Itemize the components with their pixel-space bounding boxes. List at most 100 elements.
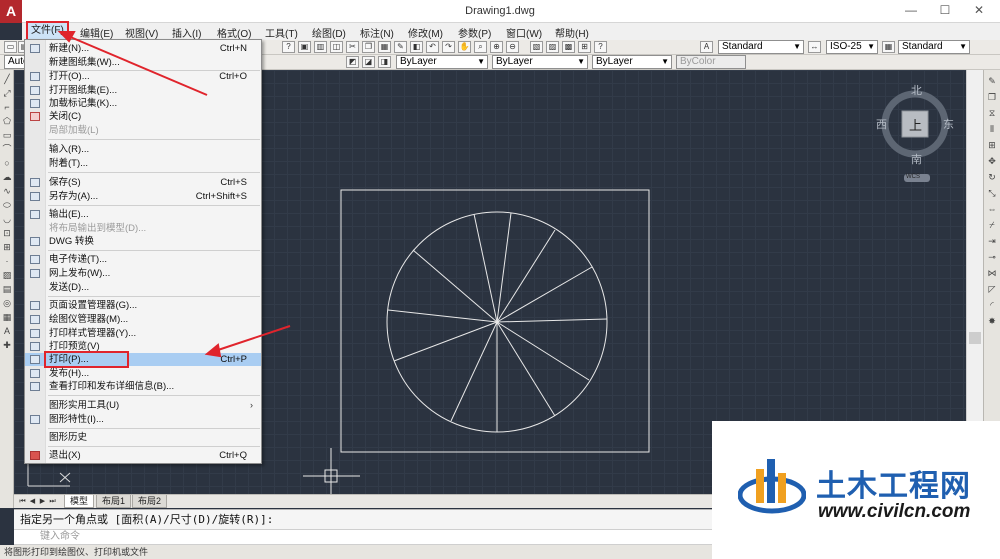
- menu-item-plot-preview[interactable]: 打印预览(V): [25, 340, 261, 353]
- toolbar-help-icon[interactable]: ?: [594, 41, 607, 53]
- menu-item-new[interactable]: 新建(N)... Ctrl+N: [25, 42, 261, 55]
- table-style-select[interactable]: Standard ▼: [898, 40, 970, 54]
- zoom-realtime-icon[interactable]: ⌕: [474, 41, 487, 53]
- zoom-window-icon[interactable]: ⊕: [490, 41, 503, 53]
- menu-item-open[interactable]: 打开(O)... Ctrl+O: [25, 70, 261, 83]
- viewcube-south-label[interactable]: 南: [911, 151, 922, 167]
- menu-file[interactable]: 文件(F): [26, 21, 69, 42]
- table-icon[interactable]: ▦: [2, 312, 12, 322]
- layer-previous-icon[interactable]: ◪: [362, 56, 375, 68]
- help-icon[interactable]: ?: [282, 41, 295, 53]
- explode-icon[interactable]: ✸: [987, 316, 997, 326]
- menu-item-exit[interactable]: 退出(X) Ctrl+Q: [25, 449, 261, 462]
- last-tab-icon[interactable]: ⏭: [48, 496, 57, 507]
- close-icon[interactable]: ✕: [964, 3, 994, 17]
- menu-item-export[interactable]: 输出(E)...: [25, 208, 261, 221]
- mtext-icon[interactable]: A: [2, 326, 12, 336]
- menu-item-close[interactable]: 关闭(C): [25, 110, 261, 123]
- region-icon[interactable]: ◎: [2, 298, 12, 308]
- spline-icon[interactable]: ∿: [2, 186, 12, 196]
- viewcube[interactable]: [881, 90, 949, 182]
- menu-window[interactable]: 窗口(W): [506, 25, 542, 40]
- point-icon[interactable]: ·: [2, 256, 12, 266]
- undo-icon[interactable]: ↶: [426, 41, 439, 53]
- menu-item-etransmit[interactable]: 电子传递(T)...: [25, 253, 261, 266]
- menu-modify[interactable]: 修改(M): [408, 25, 443, 40]
- gradient-icon[interactable]: ▤: [2, 284, 12, 294]
- scrollbar-thumb[interactable]: [969, 332, 981, 344]
- menu-item-page-setup[interactable]: 页面设置管理器(G)...: [25, 299, 261, 312]
- array-icon[interactable]: ⊞: [987, 140, 997, 150]
- color-select[interactable]: ByLayer ▼: [396, 55, 488, 69]
- redo-icon[interactable]: ↷: [442, 41, 455, 53]
- tool-palettes-icon[interactable]: ▩: [562, 41, 575, 53]
- menu-item-drawing-properties[interactable]: 图形特性(I)...: [25, 413, 261, 426]
- ellipse-icon[interactable]: ⬭: [2, 200, 12, 210]
- join-icon[interactable]: ⋈: [987, 268, 997, 278]
- layer-iso-icon[interactable]: ◨: [378, 56, 391, 68]
- match-prop-icon[interactable]: ✎: [394, 41, 407, 53]
- mirror-icon[interactable]: ⧖: [987, 108, 997, 118]
- ellipse-arc-icon[interactable]: ◡: [2, 214, 12, 224]
- paste-icon[interactable]: ▦: [378, 41, 391, 53]
- construction-line-icon[interactable]: ⤢: [2, 88, 12, 98]
- cut-icon[interactable]: ✂: [346, 41, 359, 53]
- menu-item-import[interactable]: 输入(R)...: [25, 143, 261, 156]
- revcloud-icon[interactable]: ☁: [2, 172, 12, 182]
- menu-item-save-as[interactable]: 另存为(A)... Ctrl+Shift+S: [25, 190, 261, 203]
- polyline-icon[interactable]: ⌐: [2, 102, 12, 112]
- menu-item-load-markup[interactable]: 加载标记集(K)...: [25, 97, 261, 110]
- menu-item-send[interactable]: 发送(D)...: [25, 281, 261, 294]
- minimize-icon[interactable]: —: [896, 3, 926, 17]
- tab-layout2[interactable]: 布局2: [132, 495, 168, 508]
- first-tab-icon[interactable]: ⏮: [18, 496, 27, 507]
- menu-item-web-publish[interactable]: 网上发布(W)...: [25, 267, 261, 280]
- menu-item-publish[interactable]: 发布(H)...: [25, 367, 261, 380]
- fillet-icon[interactable]: ◜: [987, 300, 997, 310]
- calculator-icon[interactable]: ⊞: [578, 41, 591, 53]
- prev-tab-icon[interactable]: ◀: [28, 496, 37, 507]
- maximize-icon[interactable]: ☐: [930, 3, 960, 17]
- menu-item-dwg-convert[interactable]: DWG 转换: [25, 235, 261, 248]
- menu-item-new-sheetset[interactable]: 新建图纸集(W)...: [25, 56, 261, 69]
- move-icon[interactable]: ✥: [987, 156, 997, 166]
- linetype-select[interactable]: ByLayer ▼: [492, 55, 588, 69]
- menu-tools[interactable]: 工具(T): [265, 25, 298, 40]
- menu-help[interactable]: 帮助(H): [555, 25, 589, 40]
- hatch-icon[interactable]: ▨: [2, 270, 12, 280]
- wcs-label[interactable]: WCS: [906, 174, 920, 180]
- dim-style-select[interactable]: ISO-25 ▼: [826, 40, 878, 54]
- tab-model[interactable]: 模型: [64, 495, 95, 508]
- menu-item-open-sheetset[interactable]: 打开图纸集(E)...: [25, 84, 261, 97]
- zoom-previous-icon[interactable]: ⊖: [506, 41, 519, 53]
- drawn-spokes[interactable]: [387, 212, 608, 432]
- polygon-icon[interactable]: ⬠: [2, 116, 12, 126]
- stretch-icon[interactable]: ⇔: [987, 204, 997, 214]
- copy-object-icon[interactable]: ❐: [987, 92, 997, 102]
- save-icon[interactable]: ▣: [298, 41, 311, 53]
- menu-item-attach[interactable]: 附着(T)...: [25, 157, 261, 170]
- offset-icon[interactable]: ⫴: [987, 124, 997, 134]
- insert-block-icon[interactable]: ⊡: [2, 228, 12, 238]
- copy-icon[interactable]: ❐: [362, 41, 375, 53]
- menu-format[interactable]: 格式(O): [217, 25, 251, 40]
- menu-item-drawing-utilities[interactable]: 图形实用工具(U) ›: [25, 399, 261, 412]
- menu-item-plot-details[interactable]: 查看打印和发布详细信息(B)...: [25, 380, 261, 393]
- chamfer-icon[interactable]: ◸: [987, 284, 997, 294]
- erase-icon[interactable]: ✎: [987, 76, 997, 86]
- menu-insert[interactable]: 插入(I): [172, 25, 201, 40]
- trim-icon[interactable]: ⌿: [987, 220, 997, 230]
- viewcube-north-label[interactable]: 北: [911, 82, 922, 98]
- next-tab-icon[interactable]: ▶: [38, 496, 47, 507]
- viewcube-top-face[interactable]: 上: [909, 115, 922, 134]
- pan-icon[interactable]: ✋: [458, 41, 471, 53]
- lineweight-select[interactable]: ByLayer ▼: [592, 55, 672, 69]
- add-selected-icon[interactable]: ✚: [2, 340, 12, 350]
- menu-item-drawing-history[interactable]: 图形历史: [25, 431, 261, 444]
- circle-icon[interactable]: ○: [2, 158, 12, 168]
- properties-icon[interactable]: ▧: [530, 41, 543, 53]
- extend-icon[interactable]: ⇥: [987, 236, 997, 246]
- scale-icon[interactable]: ⤡: [987, 188, 997, 198]
- menu-item-plot-style-manager[interactable]: 打印样式管理器(Y)...: [25, 327, 261, 340]
- menu-draw[interactable]: 绘图(D): [312, 25, 346, 40]
